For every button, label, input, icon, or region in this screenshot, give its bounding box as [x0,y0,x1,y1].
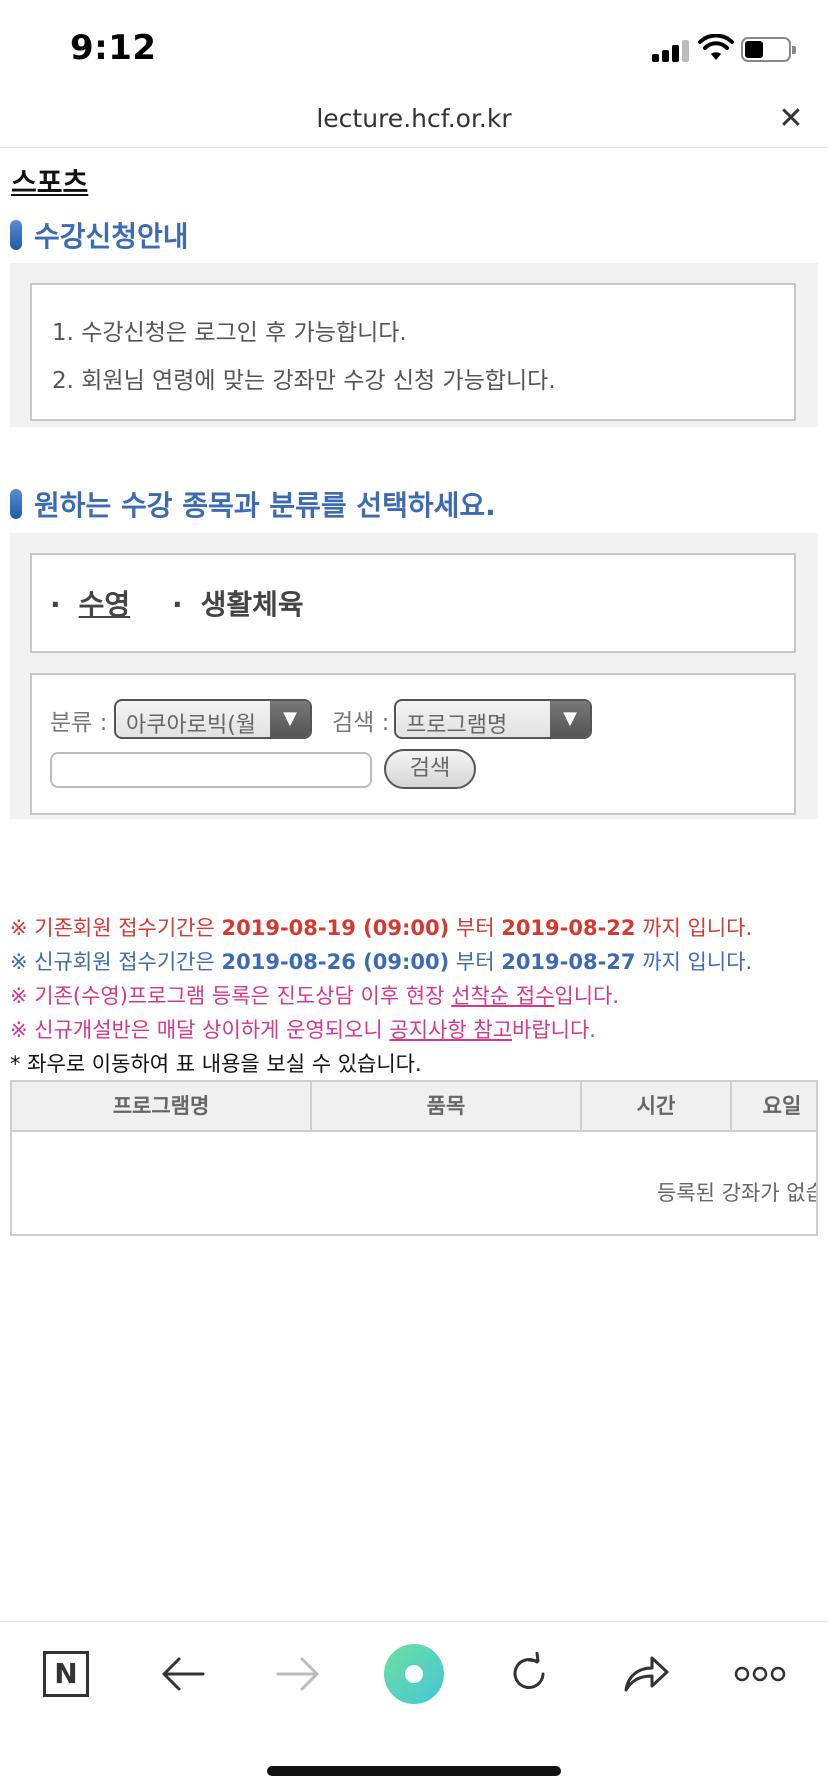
battery-icon [741,37,796,62]
info-text: 입니다. [554,984,620,1008]
selection-heading: 원하는 수강 종목과 분류를 선택하세요. [10,484,496,524]
url-text[interactable]: lecture.hcf.or.kr [0,104,828,133]
column-header: 프로그램명 [12,1082,312,1130]
url-bar: lecture.hcf.or.kr ✕ [0,96,828,148]
info-date: 2019-08-26 (09:00) [221,950,450,974]
selection-heading-text: 원하는 수강 종목과 분류를 선택하세요. [34,489,496,522]
search-label: 검색 : [332,710,390,736]
filter-box: 분류 : 아쿠아로빅(월 ▼ 검색 : 프로그램명 ▼ 검색 [30,673,796,815]
category-select-value: 아쿠아로빅(월 [126,713,257,738]
guide-heading: 수강신청안내 [10,215,189,255]
heading-bar-icon [10,489,22,519]
sport-tab-swimming[interactable]: · 수영 [50,583,130,623]
info-text: ※ 기존회원 접수기간은 [10,916,222,940]
guide-heading-text: 수강신청안내 [34,220,189,253]
share-icon[interactable] [616,1644,676,1704]
bullet-icon: · [172,588,183,621]
info-line-new-classes: ※ 신규개설반은 매달 상이하게 운영되오니 공지사항 참고바랍니다. [10,1014,596,1044]
browser-toolbar: N [0,1621,828,1751]
back-arrow-icon[interactable] [153,1644,213,1704]
more-icon[interactable] [730,1644,790,1704]
sport-tab-label: 수영 [78,588,131,621]
info-line-new-members: ※ 신규회원 접수기간은 2019-08-26 (09:00) 부터 2019-… [10,946,752,976]
info-date: 2019-08-22 [501,916,636,940]
wifi-icon [698,34,734,60]
notice-link[interactable]: 공지사항 참고 [389,1018,512,1042]
info-line-scroll-hint: * 좌우로 이동하여 표 내용을 보실 수 있습니다. [10,1052,422,1076]
info-text: 바랍니다. [512,1018,596,1042]
column-header: 요일 [762,1094,802,1118]
search-input[interactable] [50,752,372,788]
table-header: 프로그램명 품목 시간 요일 [12,1082,816,1132]
selection-panel: · 수영 · 생활체육 분류 : 아쿠아로빅(월 ▼ 검색 : 프로그램명 ▼ 검색 [10,533,818,819]
info-text: 부터 [449,950,502,974]
info-text: ※ 신규회원 접수기간은 [10,950,222,974]
info-line-existing-members: ※ 기존회원 접수기간은 2019-08-19 (09:00) 부터 2019-… [10,912,752,942]
dropdown-arrow-icon: ▼ [550,701,590,737]
first-come-link[interactable]: 선착순 접수 [451,984,554,1008]
search-button[interactable]: 검색 [384,749,476,789]
guide-line-1: 1. 수강신청은 로그인 후 가능합니다. [52,320,407,346]
green-dot-icon [384,1644,444,1704]
column-header: 시간 [582,1082,732,1130]
info-text: 까지 입니다. [635,916,753,940]
reload-icon[interactable] [499,1644,559,1704]
home-circle-icon[interactable] [384,1644,444,1704]
column-header: 품목 [312,1082,582,1130]
naver-icon[interactable]: N [36,1644,96,1704]
search-type-value: 프로그램명 [406,713,508,738]
close-icon[interactable]: ✕ [776,104,806,134]
status-time: 9:12 [70,28,157,68]
category-label: 분류 : [50,710,108,736]
guide-line-2: 2. 회원님 연령에 맞는 강좌만 수강 신청 가능합니다. [52,368,556,394]
heading-bar-icon [10,220,22,250]
home-indicator [267,1766,561,1776]
guide-box: 1. 수강신청은 로그인 후 가능합니다. 2. 회원님 연령에 맞는 강좌만 … [30,283,796,421]
page-title: 스포츠 [11,166,89,199]
info-text: ※ 기존(수영)프로그램 등록은 진도상담 이후 현장 [10,984,452,1008]
sport-tab-label: 생활체육 [200,588,304,621]
category-select[interactable]: 아쿠아로빅(월 ▼ [114,699,312,739]
naver-logo: N [43,1651,89,1697]
info-date: 2019-08-19 (09:00) [221,916,450,940]
info-text: 까지 입니다. [635,950,753,974]
dropdown-arrow-icon: ▼ [270,701,310,737]
sport-tab-life-sports[interactable]: · 생활체육 [172,583,304,623]
cellular-signal-icon [652,38,690,62]
info-text: ※ 신규개설반은 매달 상이하게 운영되오니 [10,1018,390,1042]
sport-tabs-box: · 수영 · 생활체육 [30,553,796,653]
info-line-registration: ※ 기존(수영)프로그램 등록은 진도상담 이후 현장 선착순 접수입니다. [10,980,619,1010]
forward-arrow-icon [268,1644,328,1704]
guide-panel: 1. 수강신청은 로그인 후 가능합니다. 2. 회원님 연령에 맞는 강좌만 … [10,263,818,427]
lecture-table[interactable]: 프로그램명 품목 시간 요일 등록된 강좌가 없습 [10,1080,818,1236]
status-bar: 9:12 [0,0,828,96]
info-date: 2019-08-27 [501,950,636,974]
bullet-icon: · [50,588,61,621]
search-type-select[interactable]: 프로그램명 ▼ [394,699,592,739]
empty-table-message: 등록된 강좌가 없습 [657,1181,818,1205]
info-text: 부터 [449,916,502,940]
